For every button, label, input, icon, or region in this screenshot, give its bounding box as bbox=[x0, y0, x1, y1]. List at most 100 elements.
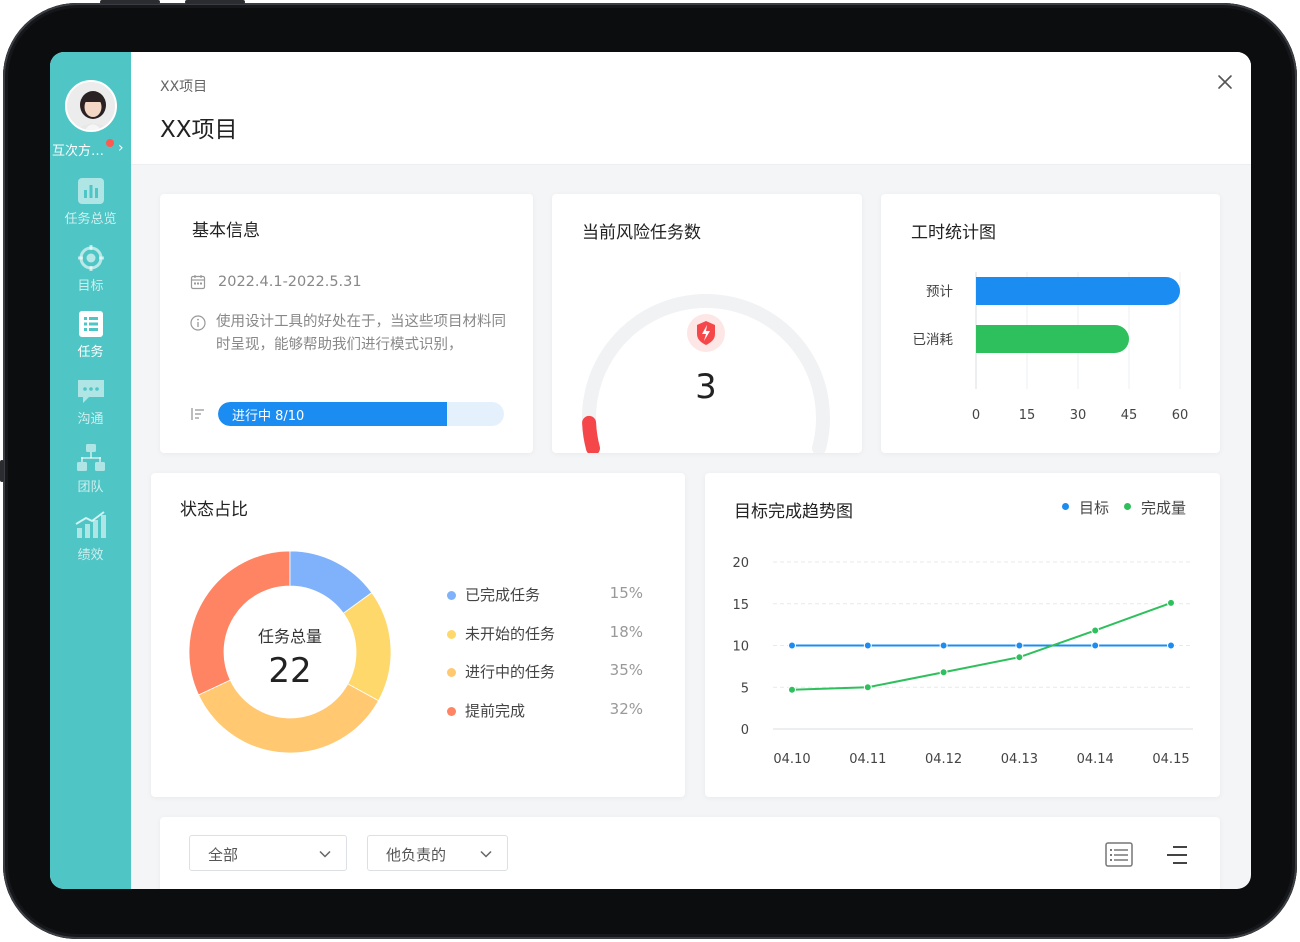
data-point bbox=[1167, 598, 1175, 607]
data-point bbox=[1015, 653, 1024, 662]
page-header: XX项目 XX项目 bbox=[131, 52, 1251, 165]
task-filter-bar: 全部 他负责的 bbox=[160, 817, 1220, 889]
progress-label: 进行中 8/10 bbox=[232, 409, 305, 424]
status-chart-card: 状态占比 任务总量 22 已完成任务 15% 未开始的任务 18% 进行中的任务 35% 提… bbox=[151, 473, 685, 797]
bar-chart-icon bbox=[77, 178, 104, 204]
y-tick-label: 10 bbox=[732, 640, 749, 655]
legend-dot bbox=[447, 629, 456, 639]
legend-label: 进行中的任务 bbox=[465, 663, 556, 681]
nav-label: 团队 bbox=[77, 480, 104, 495]
basic-info-card: 基本信息 2022.4.1-2022.5.31 使用设计工具的好处在于，当这些项… bbox=[160, 194, 533, 453]
risk-tasks-card: 当前风险任务数 3 bbox=[552, 194, 862, 453]
breadcrumb[interactable]: XX项目 bbox=[160, 76, 207, 96]
legend-dot bbox=[447, 706, 456, 716]
data-point bbox=[939, 668, 948, 677]
chevron-right-icon[interactable]: › bbox=[118, 140, 124, 156]
nav-item-tasks[interactable]: 任务 bbox=[50, 311, 131, 360]
donut-slice bbox=[342, 592, 392, 702]
x-tick-label: 45 bbox=[1121, 408, 1138, 423]
legend-dot bbox=[447, 591, 456, 600]
data-point bbox=[788, 685, 796, 694]
legend-percent: 32% bbox=[609, 699, 643, 718]
avatar-image bbox=[67, 82, 115, 130]
x-tick-label: 04.12 bbox=[925, 752, 962, 767]
x-tick-label: 04.14 bbox=[1077, 752, 1114, 767]
close-icon[interactable] bbox=[1213, 70, 1237, 94]
category-label: 预计 bbox=[926, 284, 953, 300]
select-value: 全部 bbox=[208, 846, 239, 864]
progress-icon bbox=[191, 408, 204, 420]
chevron-down-icon bbox=[480, 850, 492, 858]
y-tick-label: 5 bbox=[741, 681, 749, 696]
data-point bbox=[1167, 641, 1175, 650]
tablet-button bbox=[185, 0, 245, 4]
sidebar: 互次方… › 任务总览 目标 任务 沟通 团队 绩效 bbox=[50, 52, 131, 889]
hours-chart-card: 工时统计图 0 15 30 45 60 预计 已消耗 bbox=[881, 194, 1220, 453]
performance-icon bbox=[74, 511, 106, 538]
chat-icon bbox=[77, 380, 104, 403]
category-label: 已消耗 bbox=[913, 332, 954, 348]
status-donut: 任务总量 22 bbox=[188, 550, 392, 754]
hours-chart: 0 15 30 45 60 预计已消耗 bbox=[913, 272, 1189, 423]
trend-chart-card: 目标完成趋势图 目标 完成量 0 5 10 15 20 04.10 04.11 04.12 04… bbox=[705, 473, 1220, 797]
info-icon bbox=[190, 315, 206, 331]
chevron-down-icon bbox=[319, 850, 331, 858]
card-title: 基本信息 bbox=[192, 221, 260, 241]
bar bbox=[976, 325, 1129, 353]
list-view-icon[interactable] bbox=[1105, 842, 1133, 868]
date-range: 2022.4.1-2022.5.31 bbox=[218, 274, 362, 290]
x-tick-label: 04.13 bbox=[1001, 752, 1038, 767]
data-point bbox=[788, 641, 796, 650]
x-tick-label: 04.10 bbox=[773, 752, 810, 767]
calendar-icon bbox=[190, 275, 206, 290]
x-tick-label: 60 bbox=[1172, 408, 1189, 423]
nav-item-team[interactable]: 团队 bbox=[50, 444, 131, 495]
legend-percent: 18% bbox=[609, 622, 643, 641]
nav-item-performance[interactable]: 绩效 bbox=[50, 510, 131, 563]
user-name[interactable]: 互次方… bbox=[52, 140, 104, 159]
y-tick-label: 0 bbox=[741, 723, 749, 738]
risk-gauge: 3 bbox=[582, 293, 830, 453]
nav-item-goals[interactable]: 目标 bbox=[50, 245, 131, 294]
data-point bbox=[1091, 626, 1100, 635]
bar bbox=[976, 277, 1180, 305]
x-tick-label: 04.11 bbox=[849, 752, 886, 767]
data-point bbox=[1091, 641, 1100, 650]
gauge-fill bbox=[582, 415, 600, 453]
nav-label: 沟通 bbox=[77, 412, 104, 427]
tablet-button bbox=[100, 0, 160, 4]
owner-select[interactable]: 他负责的 bbox=[367, 835, 508, 871]
legend-dot bbox=[447, 668, 456, 677]
data-point bbox=[863, 641, 872, 650]
app-screen: 互次方… › 任务总览 目标 任务 沟通 团队 绩效 XX项目 XX项目 基本信… bbox=[50, 52, 1251, 889]
y-tick-label: 15 bbox=[732, 598, 749, 613]
x-tick-label: 30 bbox=[1070, 408, 1087, 423]
donut-center-value: 22 bbox=[268, 651, 311, 691]
team-icon bbox=[76, 444, 105, 471]
legend-label: 已完成任务 bbox=[465, 586, 541, 604]
target-icon bbox=[77, 245, 104, 271]
nav-label: 任务 bbox=[77, 345, 104, 360]
nav-label: 目标 bbox=[77, 279, 104, 294]
sort-icon[interactable] bbox=[1165, 844, 1189, 866]
nav-item-chat[interactable]: 沟通 bbox=[50, 378, 131, 427]
x-tick-label: 04.15 bbox=[1152, 752, 1189, 767]
project-description: 使用设计工具的好处在于，当这些项目材料同时呈现，能够帮助我们进行模式识别， bbox=[216, 314, 506, 353]
donut-center-label: 任务总量 bbox=[258, 627, 322, 646]
progress-bar: 进行中 8/10 bbox=[218, 402, 504, 426]
data-point bbox=[939, 641, 948, 650]
avatar[interactable] bbox=[65, 80, 117, 132]
scope-select[interactable]: 全部 bbox=[189, 835, 347, 871]
data-point bbox=[863, 683, 872, 692]
trend-chart: 0 5 10 15 20 04.10 04.11 04.12 04.13 04.14 04.15 bbox=[732, 556, 1193, 767]
legend-percent: 35% bbox=[609, 661, 643, 679]
nav-item-overview[interactable]: 任务总览 bbox=[50, 178, 131, 227]
risk-count: 3 bbox=[695, 367, 717, 407]
legend-percent: 15% bbox=[609, 584, 643, 602]
task-list-icon bbox=[78, 311, 103, 337]
data-point bbox=[1015, 641, 1024, 650]
nav-label: 绩效 bbox=[77, 548, 104, 563]
notification-dot bbox=[106, 139, 114, 147]
select-value: 他负责的 bbox=[386, 846, 447, 864]
legend-label: 提前完成 bbox=[465, 701, 526, 720]
